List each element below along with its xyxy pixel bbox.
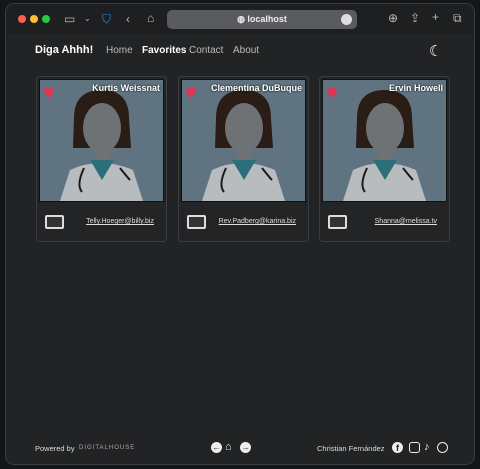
nav-contact[interactable]: Contact — [189, 45, 223, 56]
download-icon[interactable]: ⊕ — [388, 12, 398, 24]
doctor-image: ♥ Ervin Howell — [322, 79, 447, 202]
navbar: Diga Ahhh! Home Favorites Contact About … — [6, 42, 474, 64]
id-card-icon[interactable] — [187, 215, 206, 229]
nav-about[interactable]: About — [233, 45, 259, 56]
moon-stars-icon[interactable]: ☾ — [429, 42, 442, 60]
tabs-icon[interactable]: ⧉ — [453, 12, 462, 24]
close-button[interactable] — [18, 15, 26, 23]
doctor-illustration — [343, 90, 426, 201]
doctor-email[interactable]: Shanna@melissa.tv — [375, 218, 437, 225]
facebook-icon[interactable]: f — [392, 442, 403, 453]
back-icon[interactable]: ‹ — [126, 13, 130, 25]
doctor-card[interactable]: ♥ Clementina DuBuque Rev.Padberg@karina.… — [178, 76, 309, 242]
digitalhouse-logo: DIGITALHOUSE — [79, 445, 136, 451]
doctor-card[interactable]: ♥ Ervin Howell Shanna@melissa.tv — [319, 76, 450, 242]
doctor-name: Ervin Howell — [388, 83, 443, 93]
doctor-image: ♥ Kurtis Weissnat — [39, 79, 164, 202]
sidebar-icon[interactable]: ▭ — [64, 13, 75, 25]
favorite-heart-icon[interactable]: ♥ — [43, 83, 55, 103]
arrow-right-icon[interactable]: → — [240, 442, 251, 453]
instagram-icon[interactable] — [409, 442, 420, 453]
id-card-icon[interactable] — [328, 215, 347, 229]
browser-window: ▭ ⌄ ⛉ ‹ ⌂ ◍ localhost ⊕ ⇪ + ⧉ Diga Ahhh!… — [5, 3, 475, 465]
powered-by: Powered by — [35, 444, 75, 453]
author-name: Christian Fernández — [317, 444, 385, 453]
chevron-down-icon[interactable]: ⌄ — [84, 13, 91, 25]
doctor-illustration — [202, 90, 285, 201]
tiktok-icon[interactable]: ♪ — [424, 441, 430, 453]
doctor-name: Clementina DuBuque — [210, 83, 302, 93]
doctor-email[interactable]: Telly.Hoeger@billy.biz — [86, 218, 154, 225]
footer: Powered by DIGITALHOUSE ← ⌂ → Christian … — [6, 441, 474, 456]
minimize-button[interactable] — [30, 15, 38, 23]
shield-icon[interactable]: ⛉ — [102, 13, 111, 25]
brand[interactable]: Diga Ahhh! — [35, 44, 93, 56]
share-icon[interactable]: ⇪ — [410, 12, 420, 24]
nav-favorites[interactable]: Favorites — [142, 45, 186, 56]
globe-icon: ◍ — [237, 14, 248, 24]
more-icon[interactable] — [341, 14, 352, 25]
favorite-heart-icon[interactable]: ♥ — [326, 83, 338, 103]
maximize-button[interactable] — [42, 15, 50, 23]
doctor-card[interactable]: ♥ Kurtis Weissnat Telly.Hoeger@billy.biz — [36, 76, 167, 242]
browser-toolbar: ▭ ⌄ ⛉ ‹ ⌂ ◍ localhost ⊕ ⇪ + ⧉ — [6, 4, 474, 34]
home-icon[interactable]: ⌂ — [225, 441, 232, 453]
favorite-heart-icon[interactable]: ♥ — [185, 83, 197, 103]
doctor-email[interactable]: Rev.Padberg@karina.biz — [219, 218, 296, 225]
address-bar[interactable]: ◍ localhost — [167, 10, 357, 29]
home-icon[interactable]: ⌂ — [147, 12, 154, 24]
doctor-name: Kurtis Weissnat — [92, 83, 160, 93]
doctor-image: ♥ Clementina DuBuque — [181, 79, 306, 202]
new-tab-icon[interactable]: + — [432, 11, 439, 23]
arrow-left-icon[interactable]: ← — [211, 442, 222, 453]
whatsapp-icon[interactable] — [437, 442, 448, 453]
id-card-icon[interactable] — [45, 215, 64, 229]
nav-home[interactable]: Home — [106, 45, 133, 56]
doctor-illustration — [60, 90, 143, 201]
